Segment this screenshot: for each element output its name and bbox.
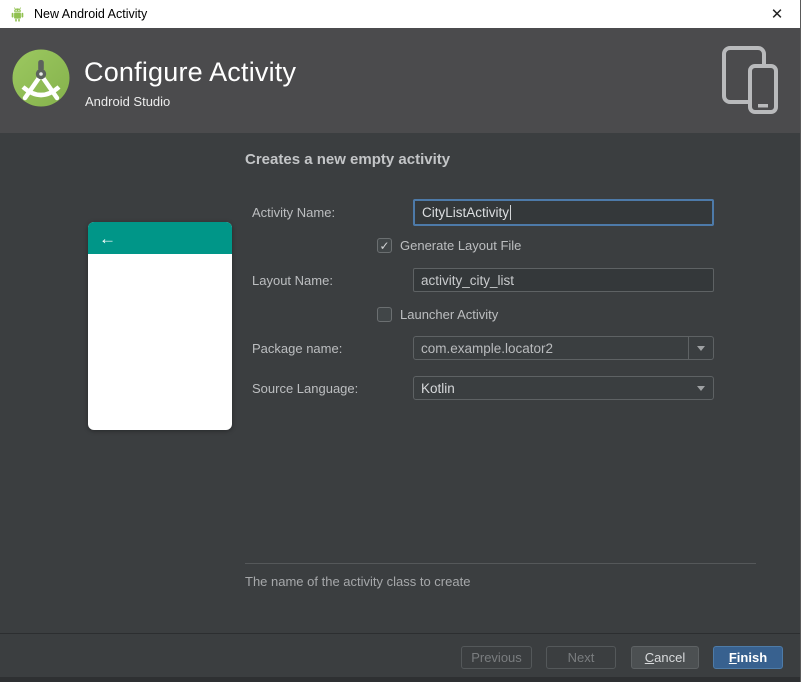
preview-appbar: ←	[88, 222, 232, 254]
next-button[interactable]: Next	[546, 646, 616, 669]
wizard-subtitle: Android Studio	[85, 94, 171, 109]
package-name-dropdown-button[interactable]	[688, 337, 713, 359]
source-language-value: Kotlin	[421, 380, 455, 396]
hint-text: The name of the activity class to create	[245, 574, 471, 589]
android-studio-logo-icon	[12, 49, 70, 107]
activity-name-input[interactable]: CityListActivity	[413, 199, 714, 226]
previous-button-label: Previous	[471, 650, 522, 665]
generate-layout-label: Generate Layout File	[400, 238, 522, 253]
generate-layout-row: ✓ Generate Layout File	[377, 238, 521, 253]
window-bottom-edge	[0, 677, 800, 682]
window-title: New Android Activity	[34, 7, 148, 21]
text-caret	[510, 205, 512, 220]
activity-name-value: CityListActivity	[422, 205, 510, 220]
footer-separator	[0, 633, 800, 634]
wizard-header: Configure Activity Android Studio	[0, 28, 800, 133]
android-robot-icon	[11, 6, 24, 22]
layout-name-input[interactable]: activity_city_list	[413, 268, 714, 292]
launcher-activity-label: Launcher Activity	[400, 307, 499, 322]
launcher-activity-row: Launcher Activity	[377, 307, 498, 322]
chevron-down-icon	[696, 385, 705, 391]
activity-name-label: Activity Name:	[252, 205, 336, 220]
finish-button[interactable]: Finish	[713, 646, 783, 669]
back-arrow-icon: ←	[99, 228, 116, 248]
source-language-label: Source Language:	[252, 380, 359, 396]
layout-name-value: activity_city_list	[421, 272, 515, 288]
generate-layout-checkbox[interactable]: ✓	[377, 238, 392, 253]
new-android-activity-dialog: New Android Activity ✕ Configure Activit…	[0, 0, 801, 682]
package-name-value: com.example.locator2	[421, 340, 554, 356]
cancel-button-mnemonic: C	[644, 650, 655, 665]
wizard-title: Configure Activity	[84, 57, 297, 87]
close-icon[interactable]: ✕	[762, 0, 792, 28]
launcher-activity-checkbox[interactable]	[377, 307, 392, 322]
activity-preview: ←	[88, 222, 232, 430]
hint-separator	[245, 563, 756, 564]
cancel-button[interactable]: Cancel	[631, 646, 699, 669]
page-heading: Creates a new empty activity	[245, 151, 451, 168]
finish-button-label: inish	[736, 650, 768, 665]
phone-tablet-icon	[722, 46, 778, 114]
chevron-down-icon	[697, 345, 705, 351]
checkmark-icon: ✓	[379, 238, 390, 253]
package-name-label: Package name:	[252, 340, 343, 356]
next-button-label: Next	[567, 650, 595, 665]
previous-button[interactable]: Previous	[461, 646, 532, 669]
source-language-arrow-area	[688, 377, 713, 399]
titlebar: New Android Activity ✕	[0, 0, 800, 28]
cancel-button-label: ancel	[654, 650, 686, 665]
source-language-dropdown[interactable]: Kotlin	[413, 376, 714, 400]
layout-name-label: Layout Name:	[252, 272, 333, 288]
finish-button-mnemonic: F	[728, 650, 737, 665]
package-name-combobox[interactable]: com.example.locator2	[413, 336, 714, 360]
